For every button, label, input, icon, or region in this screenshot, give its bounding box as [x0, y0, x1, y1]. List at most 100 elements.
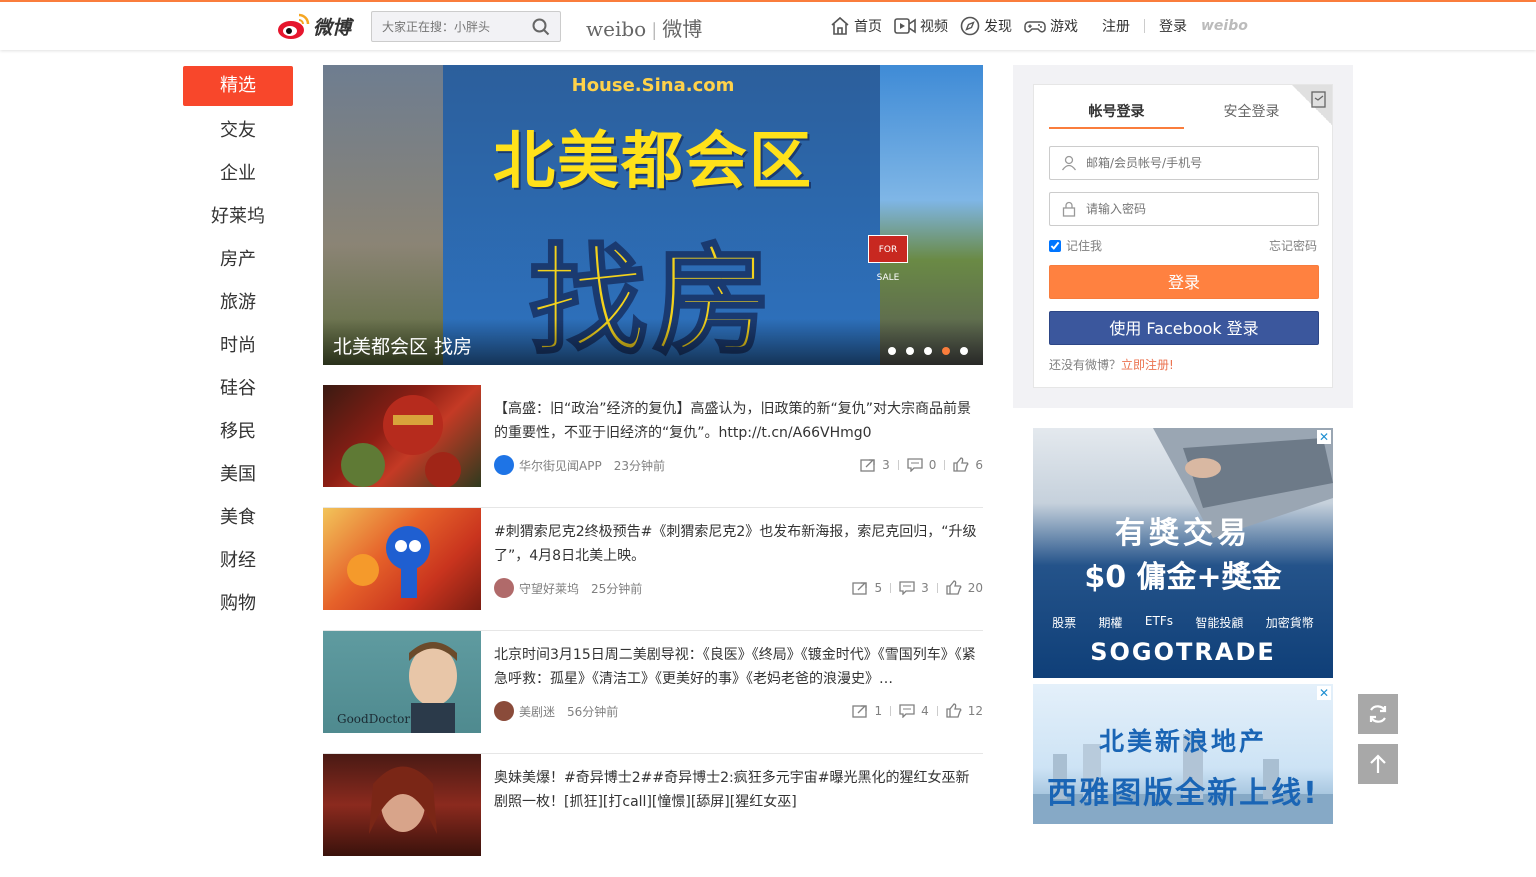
login-form: 帐号登录 安全登录 记住我 忘记密码 登录 使用 Facebook 登录 还没有… [1033, 84, 1333, 388]
feed-card[interactable]: #刺猬索尼克2终极预告#《刺猬索尼克2》也发布新海报，索尼克回归，“升级了”，4… [323, 508, 983, 631]
tab-secure-login[interactable]: 安全登录 [1184, 101, 1319, 129]
sidebar-item-business[interactable]: 企业 [183, 152, 293, 195]
sidebar-item-silicon-valley[interactable]: 硅谷 [183, 367, 293, 410]
sina-realestate-ad[interactable]: ✕ 北美新浪地产 西雅图版全新上线! [1033, 684, 1333, 824]
post-time: 25分钟前 [591, 581, 643, 596]
author-name[interactable]: 华尔街见闻APP [519, 457, 602, 474]
comment-button[interactable]: 4 [899, 704, 929, 718]
tab-account-login[interactable]: 帐号登录 [1049, 101, 1184, 129]
like-button[interactable]: 6 [953, 457, 983, 472]
author-name[interactable]: 美剧迷 [519, 703, 555, 720]
like-count: 12 [967, 703, 983, 718]
nav-label-home: 首页 [854, 19, 882, 35]
like-button[interactable]: 12 [946, 703, 983, 718]
feed-text[interactable]: 奥妹美爆！#奇异博士2##奇异博士2:疯狂多元宇宙#曝光黑化的猩红女巫新剧照一枚… [494, 766, 982, 814]
repost-button[interactable]: 3 [860, 458, 890, 472]
sidebar-item-usa[interactable]: 美国 [183, 453, 293, 496]
sidebar-item-shopping[interactable]: 购物 [183, 582, 293, 625]
register-now-link[interactable]: 立即注册! [1121, 358, 1174, 372]
ad-close-button[interactable]: ✕ [1317, 430, 1331, 444]
game-icon [1024, 21, 1046, 33]
like-button[interactable]: 20 [946, 580, 983, 595]
comment-count: 3 [921, 580, 929, 595]
sidebar-item-hollywood[interactable]: 好莱坞 [183, 195, 293, 238]
feed-card[interactable]: 奥妹美爆！#奇异博士2##奇异博士2:疯狂多元宇宙#曝光黑化的猩红女巫新剧照一枚… [323, 754, 983, 877]
sidebar-item-realestate[interactable]: 房产 [183, 238, 293, 281]
carousel-dot-1[interactable] [888, 347, 896, 355]
repost-button[interactable]: 1 [852, 704, 882, 718]
carousel-dot-5[interactable] [960, 347, 968, 355]
sidebar-item-immigration[interactable]: 移民 [183, 410, 293, 453]
post-time: 23分钟前 [613, 458, 665, 473]
username-field [1049, 146, 1319, 180]
username-input[interactable] [1086, 147, 1316, 179]
back-to-top-button[interactable] [1358, 744, 1398, 784]
ad-product: 股票 [1052, 616, 1077, 630]
register-link[interactable]: 注册 [1102, 16, 1130, 36]
ad-product-list: 股票 期權 ETFs 智能投顧 加密貨幣 [1033, 614, 1333, 631]
remember-label[interactable]: 记住我 [1066, 237, 1102, 254]
repost-button[interactable]: 5 [852, 581, 882, 595]
login-button[interactable]: 登录 [1049, 265, 1319, 299]
nav-label-video: 视频 [920, 19, 948, 35]
nav-game[interactable]: 游戏 [1024, 16, 1078, 36]
good-doctor-thumb-art: GoodDoctor [337, 642, 457, 733]
nav-discover[interactable]: 发现 [960, 16, 1012, 36]
refresh-icon [1369, 705, 1387, 723]
feed-stats: 1 4 12 [852, 703, 983, 718]
comment-icon [899, 580, 915, 595]
search-box [371, 11, 561, 42]
sidebar-item-finance[interactable]: 财经 [183, 539, 293, 582]
author-avatar[interactable] [494, 578, 514, 598]
author-avatar[interactable] [494, 701, 514, 721]
carousel-dot-3[interactable] [924, 347, 932, 355]
feed-thumbnail[interactable] [323, 385, 481, 487]
login-link[interactable]: 登录 [1159, 16, 1187, 36]
repost-icon [860, 458, 875, 472]
repost-count: 5 [874, 580, 883, 595]
search-input[interactable] [372, 12, 522, 41]
comment-button[interactable]: 0 [907, 457, 936, 472]
ironman-thumb-art [341, 395, 461, 487]
author-name[interactable]: 守望好莱坞 [519, 580, 579, 597]
sidebar-item-featured[interactable]: 精选 [183, 66, 293, 106]
sidebar-item-food[interactable]: 美食 [183, 496, 293, 539]
arrow-up-icon [1370, 754, 1386, 773]
feed-text[interactable]: #刺猬索尼克2终极预告#《刺猬索尼克2》也发布新海报，索尼克回归，“升级了”，4… [494, 520, 982, 568]
news-feed: 【高盛：旧“政治”经济的复仇】高盛认为，旧政策的新“复仇”对大宗商品前景的重要性… [323, 385, 983, 877]
nav-video[interactable]: 视频 [894, 16, 948, 36]
feed-card[interactable]: 【高盛：旧“政治”经济的复仇】高盛认为，旧政策的新“复仇”对大宗商品前景的重要性… [323, 385, 983, 508]
ad-headline: 北美新浪地产 [1098, 727, 1267, 756]
password-input[interactable] [1086, 193, 1316, 225]
feed-thumbnail[interactable] [323, 508, 481, 610]
remember-checkbox[interactable] [1049, 239, 1061, 252]
ad-subheadline: 西雅图版全新上线! [1047, 776, 1319, 811]
author-avatar[interactable] [494, 455, 514, 475]
sogotrade-ad[interactable]: ✕ 有獎交易 $0 傭金+獎金 股票 期權 ETFs 智能投顧 加密貨幣 SOG… [1033, 428, 1333, 678]
forgot-password-link[interactable]: 忘记密码 [1269, 237, 1317, 254]
comment-button[interactable]: 3 [899, 581, 929, 595]
sidebar-item-dating[interactable]: 交友 [183, 109, 293, 152]
search-icon[interactable] [532, 18, 550, 36]
weibo-logo[interactable]: 微博 [277, 10, 351, 42]
carousel-dot-2[interactable] [906, 347, 914, 355]
nav-label-game: 游戏 [1050, 19, 1078, 35]
like-icon [946, 580, 962, 595]
sidebar-item-travel[interactable]: 旅游 [183, 281, 293, 324]
feed-thumbnail[interactable] [323, 754, 481, 856]
carousel-dot-4[interactable] [942, 347, 950, 355]
sidebar-item-fashion[interactable]: 时尚 [183, 324, 293, 367]
banner-carousel[interactable]: House.Sina.com 北美都会区 找房 FOR SALE 北美都会区 找… [323, 65, 983, 365]
feed-card[interactable]: GoodDoctor 北京时间3月15日周二美剧导视：《良医》《终局》《镀金时代… [323, 631, 983, 754]
facebook-login-button[interactable]: 使用 Facebook 登录 [1049, 311, 1319, 345]
refresh-button[interactable] [1358, 694, 1398, 734]
video-icon [894, 18, 916, 34]
ad-close-button[interactable]: ✕ [1317, 686, 1331, 700]
banner-caption: 北美都会区 找房 [333, 336, 473, 358]
feed-text[interactable]: 【高盛：旧“政治”经济的复仇】高盛认为，旧政策的新“复仇”对大宗商品前景的重要性… [494, 397, 982, 445]
nav-home[interactable]: 首页 [830, 16, 882, 36]
feed-text[interactable]: 北京时间3月15日周二美剧导视：《良医》《终局》《镀金时代》《雪国列车》《紧急呼… [494, 643, 982, 691]
nav-divider [1144, 19, 1145, 33]
comment-icon [907, 457, 923, 472]
feed-thumbnail[interactable]: GoodDoctor [323, 631, 481, 733]
